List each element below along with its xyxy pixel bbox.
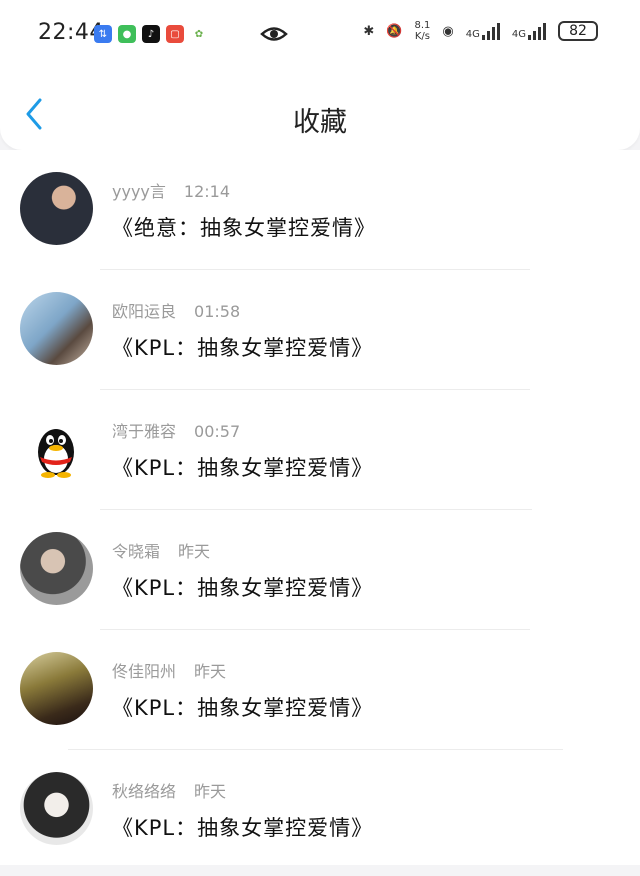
system-icons: ✱ 🔕 8.1 K/s ◉ 4G 4G 82 bbox=[363, 20, 598, 42]
wechat-icon: ● bbox=[118, 25, 136, 43]
sender-name: 秋络络络 bbox=[112, 782, 177, 801]
timestamp: 昨天 bbox=[194, 662, 227, 681]
list-item[interactable]: 湾于雅容 00:57 《KPL：抽象女掌控爱情》 bbox=[0, 390, 640, 510]
sender-name: yyyy言 bbox=[112, 182, 166, 201]
bluetooth-icon: ✱ bbox=[363, 23, 375, 39]
tiktok-icon: ♪ bbox=[142, 25, 160, 43]
qq-penguin-avatar bbox=[20, 412, 93, 485]
list-item[interactable]: yyyy言 12:14 《绝意：抽象女掌控爱情》 bbox=[0, 150, 640, 270]
sender-name: 欧阳运良 bbox=[112, 302, 177, 321]
timestamp: 昨天 bbox=[178, 542, 211, 561]
page-title: 收藏 bbox=[293, 107, 347, 138]
nav-header: 收藏 bbox=[0, 60, 640, 150]
notification-icons: ⇅ ● ♪ ▢ ✿ bbox=[94, 25, 208, 43]
battery-icon: 82 bbox=[558, 21, 598, 41]
battery-level: 82 bbox=[569, 23, 587, 39]
timestamp: 12:14 bbox=[183, 182, 230, 201]
avatar bbox=[20, 772, 93, 845]
favorite-text: 《KPL：抽象女掌控爱情》 bbox=[112, 576, 374, 600]
favorite-text: 《KPL：抽象女掌控爱情》 bbox=[112, 696, 374, 720]
network-speed: 8.1 K/s bbox=[414, 20, 431, 42]
hotspot-icon: ◉ bbox=[442, 23, 454, 39]
bird-app-icon: ✿ bbox=[190, 25, 208, 43]
timestamp: 昨天 bbox=[194, 782, 227, 801]
list-item[interactable]: 佟佳阳州 昨天 《KPL：抽象女掌控爱情》 bbox=[0, 630, 640, 750]
sender-name: 令晓霜 bbox=[112, 542, 161, 561]
list-item[interactable]: 令晓霜 昨天 《KPL：抽象女掌控爱情》 bbox=[0, 510, 640, 630]
red-app-icon: ▢ bbox=[166, 25, 184, 43]
list-item[interactable]: 欧阳运良 01:58 《KPL：抽象女掌控爱情》 bbox=[0, 270, 640, 390]
signal-icon: 4G bbox=[466, 22, 500, 40]
favorites-list: yyyy言 12:14 《绝意：抽象女掌控爱情》 欧阳运良 01:58 《KPL：抽… bbox=[0, 150, 640, 865]
mute-bell-icon: 🔕 bbox=[386, 23, 403, 39]
avatar bbox=[20, 532, 93, 605]
favorite-text: 《KPL：抽象女掌控爱情》 bbox=[112, 456, 374, 480]
timestamp: 01:58 bbox=[194, 302, 241, 321]
favorite-text: 《绝意：抽象女掌控爱情》 bbox=[112, 216, 376, 240]
sender-name: 湾于雅容 bbox=[112, 422, 177, 441]
avatar bbox=[20, 652, 93, 725]
eye-icon bbox=[260, 27, 288, 41]
avatar bbox=[20, 172, 93, 245]
signal-icon: 4G bbox=[512, 22, 546, 40]
sender-name: 佟佳阳州 bbox=[112, 662, 177, 681]
favorite-text: 《KPL：抽象女掌控爱情》 bbox=[112, 816, 374, 840]
app-icon-blue: ⇅ bbox=[94, 25, 112, 43]
favorite-text: 《KPL：抽象女掌控爱情》 bbox=[112, 336, 374, 360]
list-item[interactable]: 秋络络络 昨天 《KPL：抽象女掌控爱情》 bbox=[0, 750, 640, 870]
timestamp: 00:57 bbox=[194, 422, 241, 441]
avatar bbox=[20, 292, 93, 365]
